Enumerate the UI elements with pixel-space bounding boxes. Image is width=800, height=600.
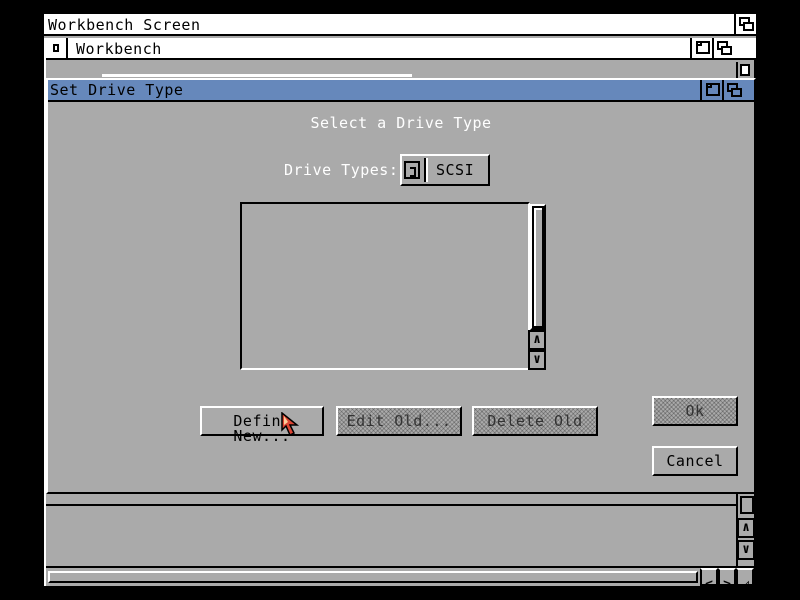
dialog-heading: Select a Drive Type [310, 114, 492, 132]
define-new-button[interactable]: Define New... [200, 406, 324, 444]
cancel-button[interactable]: Cancel [652, 446, 738, 476]
delete-old-button[interactable]: Delete Old [472, 406, 598, 436]
workbench-title: Workbench [76, 40, 162, 58]
workbench-title-bar[interactable]: Workbench [46, 38, 756, 60]
drive-list-scrollbar[interactable]: ∧ ∨ [528, 202, 550, 370]
edit-old-button[interactable]: Edit Old... [336, 406, 462, 436]
drive-types-value: SCSI [436, 161, 475, 179]
drive-list-scroll-up-icon[interactable]: ∧ [528, 330, 546, 350]
dialog-depth-icon[interactable] [722, 80, 744, 100]
set-drive-type-window: Set Drive Type Select a Drive Type Drive… [46, 78, 756, 494]
workbench-vertical-scroll-knob[interactable] [740, 496, 754, 514]
workbench-screen: Workbench Screen Workbench ∧ ∨ < > ◿ Set… [44, 14, 756, 592]
workbench-depth-icon[interactable] [712, 38, 734, 58]
workbench-divider [46, 504, 738, 506]
workbench-zoom-icon[interactable] [690, 38, 712, 58]
workbench-resize-icon[interactable]: ◿ [736, 568, 754, 592]
workbench-lower-area: ∧ ∨ < > ◿ [46, 494, 756, 592]
workbench-scroll-right-icon[interactable]: > [718, 568, 736, 592]
workbench-close-icon[interactable] [46, 38, 68, 58]
workbench-scroll-knob-top[interactable] [740, 64, 750, 76]
dialog-body: Select a Drive Type Drive Types: SCSI ∧ … [48, 102, 754, 492]
drive-list-scroll-down-icon[interactable]: ∨ [528, 350, 546, 370]
ok-button[interactable]: Ok [652, 396, 738, 426]
drive-list-scroll-knob[interactable] [532, 206, 544, 328]
drive-list-scroll-track[interactable] [530, 204, 546, 330]
screen-depth-icon[interactable] [734, 14, 756, 34]
dialog-zoom-icon[interactable] [700, 80, 722, 100]
dialog-title: Set Drive Type [50, 81, 184, 99]
mouse-pointer-icon [281, 412, 300, 437]
drive-types-label: Drive Types: [284, 161, 399, 179]
workbench-scroll-up-icon[interactable]: ∧ [737, 518, 755, 538]
workbench-icon-area-stripe [102, 74, 412, 77]
screen-title: Workbench Screen [48, 16, 201, 34]
workbench-horizontal-scrollbar[interactable]: < > ◿ [46, 566, 756, 592]
cycle-icon [404, 161, 420, 179]
dialog-title-bar[interactable]: Set Drive Type [48, 80, 754, 102]
workbench-horizontal-scroll-knob[interactable] [48, 571, 698, 583]
screen-title-bar[interactable]: Workbench Screen [44, 14, 756, 36]
workbench-scroll-down-icon[interactable]: ∨ [737, 540, 755, 560]
drive-type-list[interactable] [240, 202, 530, 370]
drive-types-cycle-gadget[interactable]: SCSI [400, 154, 490, 186]
workbench-scroll-left-icon[interactable]: < [700, 568, 718, 592]
